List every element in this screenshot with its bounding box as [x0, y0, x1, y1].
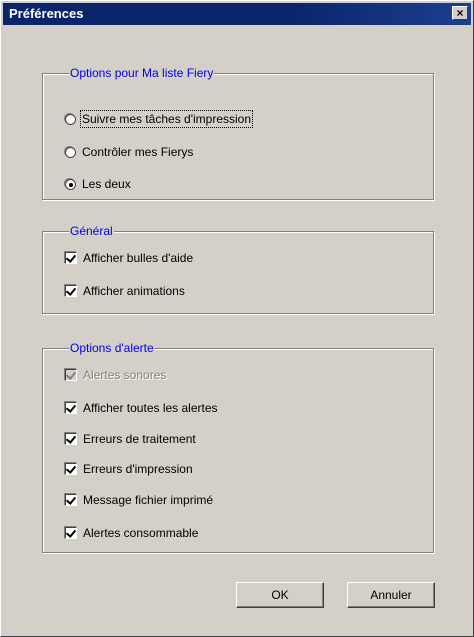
radio-control-fierys-label[interactable]: Contrôler mes Fierys	[82, 145, 193, 159]
checkbox-show-all-alerts-box[interactable]	[65, 402, 77, 414]
radio-track-jobs-label[interactable]: Suivre mes tâches d'impression	[79, 110, 254, 128]
cancel-button[interactable]: Annuler	[347, 582, 435, 608]
title-bar[interactable]: Préférences ×	[3, 3, 471, 25]
radio-track-jobs[interactable]: Suivre mes tâches d'impression	[65, 110, 254, 128]
radio-control-fierys-control[interactable]	[65, 146, 76, 158]
checkbox-show-tooltips-box[interactable]	[65, 252, 77, 264]
checkbox-sound-alerts-label: Alertes sonores	[83, 368, 167, 382]
checkbox-file-printed-message-box[interactable]	[65, 494, 77, 506]
checkbox-show-all-alerts[interactable]: Afficher toutes les alertes	[65, 400, 218, 416]
radio-both-label[interactable]: Les deux	[82, 177, 131, 191]
checkbox-processing-errors[interactable]: Erreurs de traitement	[65, 431, 196, 447]
checkbox-print-errors[interactable]: Erreurs d'impression	[65, 461, 193, 477]
checkbox-print-errors-box[interactable]	[65, 463, 77, 475]
alert-options-legend: Options d'alerte	[69, 341, 155, 355]
general-group: Général Afficher bulles d'aide Afficher …	[42, 224, 434, 314]
radio-both-control[interactable]	[65, 178, 76, 190]
checkbox-sound-alerts-box	[65, 369, 77, 381]
checkbox-supplies-alerts-label[interactable]: Alertes consommable	[83, 526, 198, 540]
close-icon: ×	[456, 6, 464, 20]
close-button[interactable]: ×	[452, 6, 468, 20]
window-title: Préférences	[9, 6, 84, 21]
checkbox-supplies-alerts[interactable]: Alertes consommable	[65, 525, 198, 541]
fiery-options-legend: Options pour Ma liste Fiery	[69, 66, 215, 80]
preferences-dialog: Préférences × Options pour Ma liste Fier…	[0, 0, 474, 637]
checkbox-file-printed-message[interactable]: Message fichier imprimé	[65, 492, 213, 508]
checkbox-show-animations-box[interactable]	[65, 285, 77, 297]
checkbox-show-tooltips[interactable]: Afficher bulles d'aide	[65, 250, 193, 266]
checkbox-show-tooltips-label[interactable]: Afficher bulles d'aide	[83, 251, 193, 265]
alert-options-group: Options d'alerte Alertes sonores Affiche…	[42, 341, 434, 553]
general-legend: Général	[69, 224, 114, 238]
checkbox-print-errors-label[interactable]: Erreurs d'impression	[83, 462, 193, 476]
radio-control-fierys[interactable]: Contrôler mes Fierys	[65, 144, 193, 160]
radio-track-jobs-control[interactable]	[65, 113, 76, 125]
checkbox-sound-alerts: Alertes sonores	[65, 367, 166, 383]
checkbox-show-animations[interactable]: Afficher animations	[65, 283, 185, 299]
ok-button[interactable]: OK	[236, 582, 324, 608]
checkbox-file-printed-message-label[interactable]: Message fichier imprimé	[83, 493, 213, 507]
checkbox-processing-errors-box[interactable]	[65, 433, 77, 445]
checkbox-processing-errors-label[interactable]: Erreurs de traitement	[83, 432, 196, 446]
checkbox-supplies-alerts-box[interactable]	[65, 527, 77, 539]
checkbox-show-animations-label[interactable]: Afficher animations	[83, 284, 185, 298]
checkbox-show-all-alerts-label[interactable]: Afficher toutes les alertes	[83, 401, 218, 415]
radio-both[interactable]: Les deux	[65, 176, 131, 192]
fiery-options-group: Options pour Ma liste Fiery Suivre mes t…	[42, 66, 434, 200]
